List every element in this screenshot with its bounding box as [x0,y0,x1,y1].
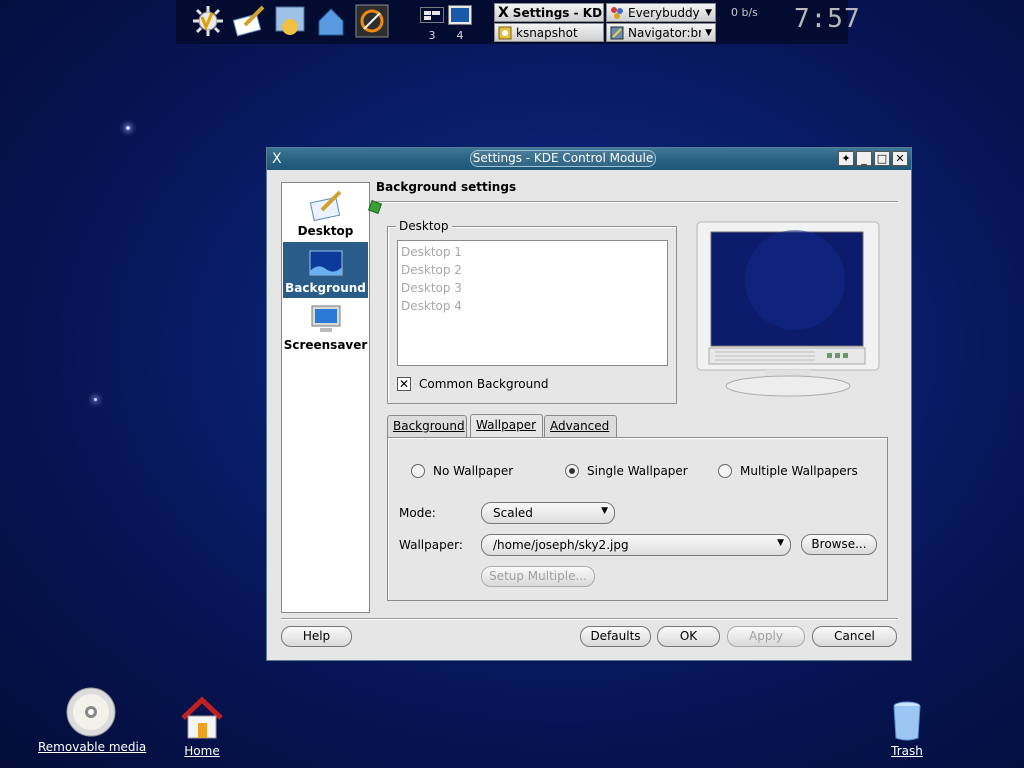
list-item[interactable]: Desktop 4 [398,297,667,315]
list-item[interactable]: Desktop 1 [398,243,667,261]
clock[interactable]: 7:57 [794,4,861,34]
desktop-4-thumbnail[interactable] [448,5,472,25]
mode-value: Scaled [493,506,533,520]
defaults-button[interactable]: Defaults [580,626,651,647]
desktop-3-label: 3 [428,29,436,42]
background-star [94,398,97,401]
multiple-wallpapers-label[interactable]: Multiple Wallpapers [740,464,858,478]
desktop-pager: 3 4 [420,3,476,42]
task-label: Navigator:browser [628,26,702,40]
window-title: Settings - KDE Control Module [470,150,656,167]
kmenu-gear-icon[interactable] [190,3,226,39]
navigator-icon [610,26,624,40]
apply-button[interactable]: Apply [727,626,805,647]
maximize-button[interactable]: □ [874,151,890,166]
list-item[interactable]: Desktop 3 [398,279,667,297]
desktop-list[interactable]: Desktop 1 Desktop 2 Desktop 3 Desktop 4 [397,240,668,366]
no-wallpaper-label[interactable]: No Wallpaper [433,464,513,478]
desktop-icon [309,190,341,222]
module-sidebar: Desktop Background Screensaver [281,182,370,613]
tab-label: Background [393,419,465,433]
sidebar-item-background[interactable]: Background [283,242,368,298]
desktop-icon-label: Trash [891,744,923,758]
ok-button[interactable]: OK [657,626,720,647]
background-icon [309,250,342,276]
ksnapshot-icon [498,26,512,40]
single-wallpaper-radio[interactable] [565,464,579,478]
task-label: ksnapshot [516,26,578,40]
browser-icon[interactable] [354,3,390,39]
task-label: Settings - KDE Control Module [512,6,603,20]
sidebar-item-label: Background [285,281,366,295]
trash-desktop-icon[interactable]: Trash [880,700,934,758]
wallpaper-value: /home/joseph/sky2.jpg [493,538,629,552]
tab-label: Advanced [550,419,610,433]
mode-select[interactable]: Scaled ▼ [481,502,615,524]
sidebar-item-desktop[interactable]: Desktop [283,185,368,241]
home-icon [181,696,223,739]
cd-icon [66,687,116,737]
desktop-icon-label: Removable media [38,740,147,754]
removable-media-desktop-icon[interactable]: Removable media [38,686,147,754]
task-label: Everybuddy [628,6,700,20]
background-star [126,126,130,130]
trash-icon [893,701,921,741]
sidebar-item-screensaver[interactable]: Screensaver [283,299,368,355]
chevron-down-icon: ▼ [705,28,712,38]
tab-label: Wallpaper [476,418,537,432]
edit-paint-icon[interactable] [231,3,267,39]
single-wallpaper-label[interactable]: Single Wallpaper [587,464,688,478]
minimize-button[interactable]: _ [856,151,872,166]
common-background-checkbox[interactable]: ✕ [397,377,411,391]
footer-divider [281,618,898,620]
desktop-3-thumbnail[interactable] [420,7,444,23]
desktop-groupbox: Desktop Desktop 1 Desktop 2 Desktop 3 De… [387,219,677,404]
multiple-wallpapers-radio[interactable] [718,464,732,478]
window-titlebar[interactable]: X Settings - KDE Control Module ✦ _ □ ✕ [267,148,911,170]
task-ksnapshot[interactable]: ksnapshot [494,23,604,42]
home-folder-icon[interactable] [313,3,349,39]
desktop-4-label: 4 [456,29,464,42]
chevron-down-icon: ▼ [705,8,712,18]
no-wallpaper-radio[interactable] [411,464,425,478]
list-item[interactable]: Desktop 2 [398,261,667,279]
common-background-label[interactable]: Common Background [419,377,548,391]
window-menu-icon[interactable]: X [272,151,282,167]
screensaver-icon [311,305,340,332]
chevron-down-icon: ▼ [601,506,608,516]
wallpaper-tab-panel: No Wallpaper Single Wallpaper Multiple W… [387,437,888,601]
arrow-indicator-icon [368,200,382,214]
heading-divider [376,201,898,203]
close-button[interactable]: ✕ [892,151,908,166]
taskbar: 3 4 X Settings - KDE Control Module Ever… [176,0,860,44]
tab-wallpaper[interactable]: Wallpaper [470,414,543,438]
control-center-icon[interactable] [272,3,308,39]
x-icon: X [498,5,509,21]
task-settings[interactable]: X Settings - KDE Control Module [494,3,604,22]
help-button[interactable]: Help [281,626,352,647]
cancel-button[interactable]: Cancel [812,626,897,647]
setup-multiple-button[interactable]: Setup Multiple... [481,566,595,587]
desktop-icon-label: Home [184,744,220,758]
sidebar-item-label: Screensaver [283,338,368,352]
everybuddy-icon [611,7,623,19]
groupbox-title: Desktop [396,219,452,233]
network-speed: 0 b/s [731,6,758,19]
sidebar-item-label: Desktop [297,224,354,238]
home-desktop-icon[interactable]: Home [172,696,232,758]
chevron-down-icon: ▼ [777,538,784,548]
kde-control-module-window: X Settings - KDE Control Module ✦ _ □ ✕ … [266,147,912,661]
wallpaper-label: Wallpaper: [399,538,463,552]
background-preview-monitor [696,221,880,397]
mode-label: Mode: [399,506,436,520]
task-everybuddy[interactable]: Everybuddy ▼ [606,3,716,22]
wallpaper-select[interactable]: /home/joseph/sky2.jpg ▼ [481,534,791,556]
tab-advanced[interactable]: Advanced [544,415,617,437]
browse-button[interactable]: Browse... [801,534,877,555]
pin-button[interactable]: ✦ [838,151,854,166]
page-title: Background settings [376,180,517,194]
task-navigator[interactable]: Navigator:browser ▼ [606,23,716,42]
tab-background[interactable]: Background [387,415,467,437]
